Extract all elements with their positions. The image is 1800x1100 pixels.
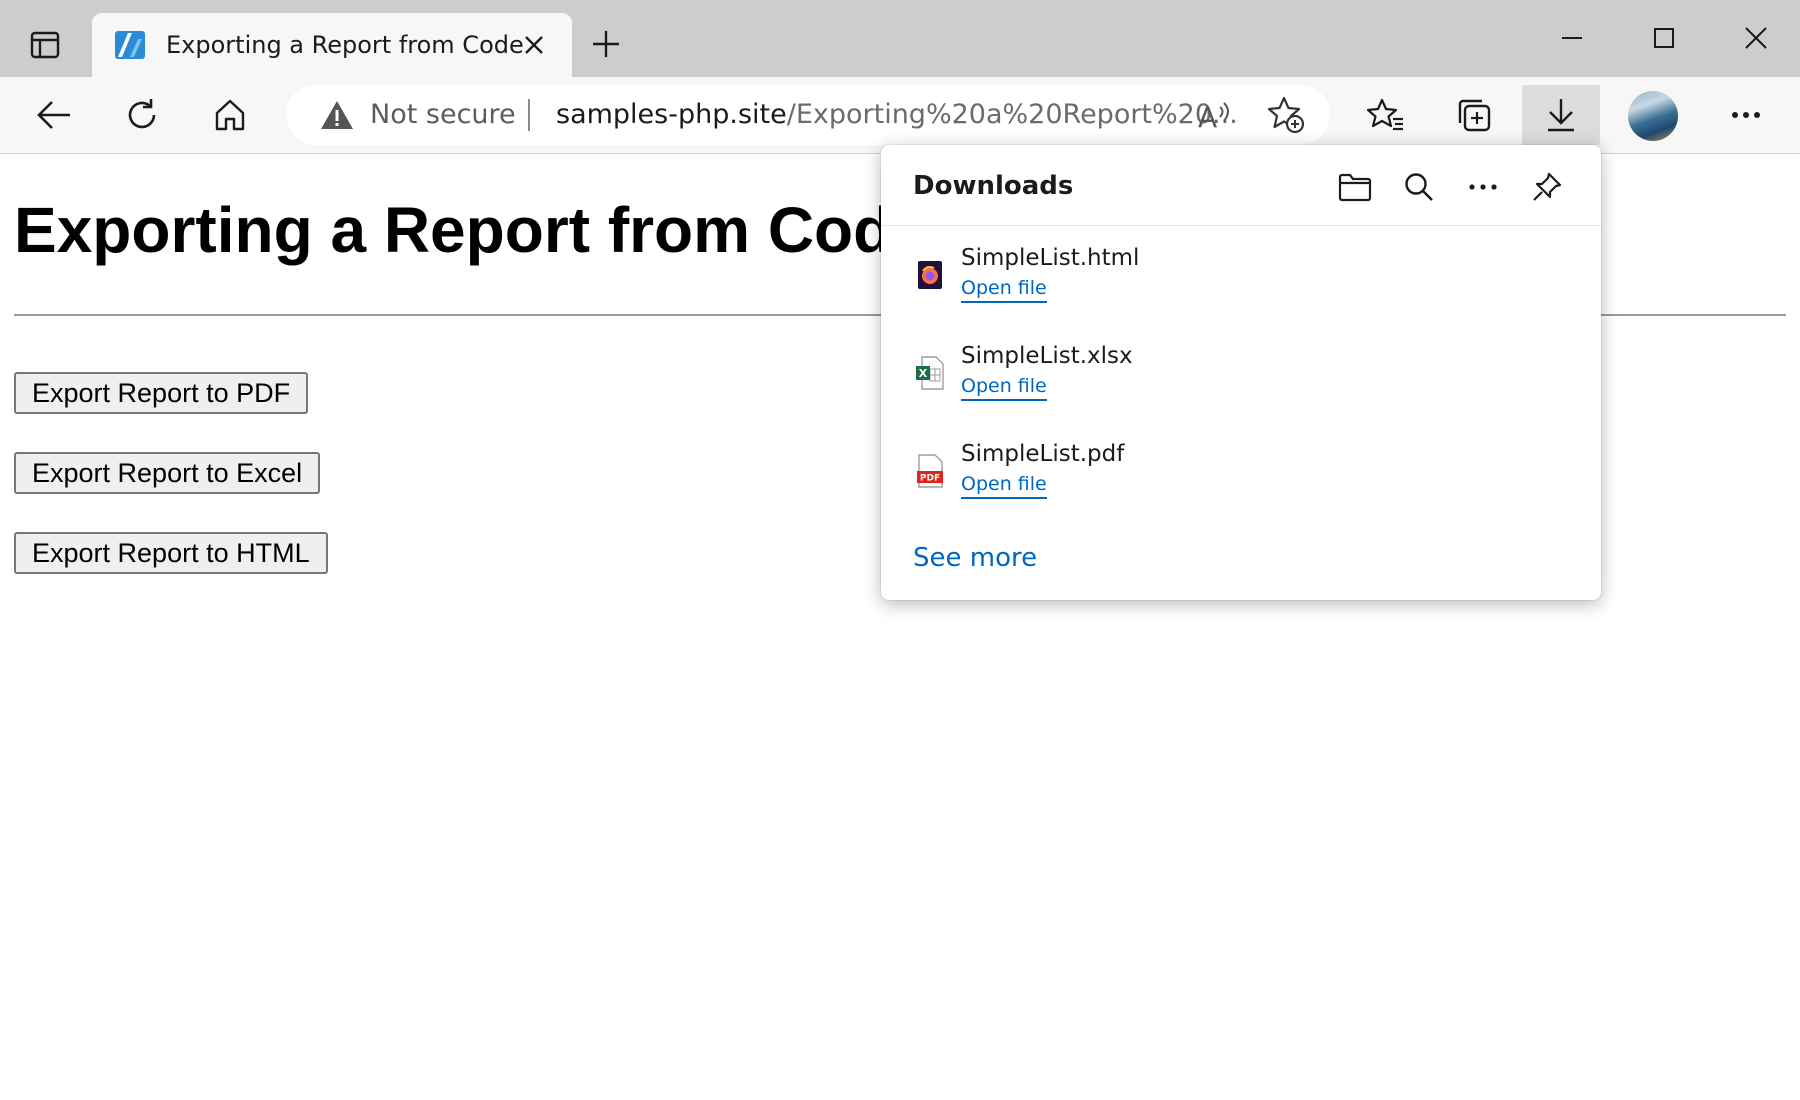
download-item[interactable]: PDF SimpleList.pdf Open file	[881, 437, 1601, 523]
url-path: /Exporting%20a%20Report%20...	[786, 99, 1238, 130]
download-item[interactable]: X SimpleList.xlsx Open file	[881, 339, 1601, 425]
more-icon	[1732, 112, 1760, 118]
export-excel-button[interactable]: Export Report to Excel	[14, 452, 321, 494]
tab-title: Exporting a Report from Code	[166, 31, 524, 59]
open-file-link[interactable]: Open file	[961, 471, 1047, 499]
search-icon	[1405, 173, 1433, 201]
download-file-name: SimpleList.html	[961, 245, 1140, 271]
download-icon	[1548, 99, 1574, 132]
svg-text:X: X	[919, 367, 928, 380]
read-aloud-icon[interactable]: A	[1196, 97, 1232, 133]
minimize-button[interactable]	[1548, 20, 1596, 56]
url-host: samples-php.site	[556, 99, 787, 130]
security-label[interactable]: Not secure	[370, 85, 516, 145]
minimize-icon	[1562, 37, 1582, 39]
home-button[interactable]	[200, 85, 260, 145]
page-heading: Exporting a Report from Code	[14, 194, 928, 266]
maximize-icon	[1654, 28, 1674, 48]
open-file-link[interactable]: Open file	[961, 275, 1047, 303]
favorites-icon	[1367, 98, 1403, 131]
refresh-button[interactable]	[112, 85, 172, 145]
active-tab[interactable]: Exporting a Report from Code	[92, 13, 572, 77]
tab-actions-button[interactable]	[16, 22, 74, 68]
profile-avatar[interactable]	[1628, 91, 1678, 141]
downloads-flyout: Downloads SimpleList.html Open file X Si…	[881, 145, 1601, 600]
refresh-icon	[128, 99, 156, 129]
export-html-button[interactable]: Export Report to HTML	[14, 532, 328, 574]
address-bar[interactable]: Not secure samples-php.site/Exporting%20…	[286, 85, 1330, 145]
downloads-title: Downloads	[913, 171, 1074, 201]
warning-icon[interactable]	[320, 99, 354, 131]
download-item[interactable]: SimpleList.html Open file	[881, 241, 1601, 327]
more-options-icon	[1469, 184, 1497, 190]
plus-icon[interactable]	[590, 28, 622, 60]
window-close-button[interactable]	[1732, 20, 1780, 56]
home-icon	[215, 99, 245, 131]
settings-more-button[interactable]	[1716, 85, 1776, 145]
favorites-button[interactable]	[1356, 85, 1416, 145]
download-file-name: SimpleList.pdf	[961, 441, 1125, 467]
add-favorite-icon[interactable]	[1266, 95, 1306, 135]
excel-file-icon: X	[916, 356, 944, 390]
see-more-link[interactable]: See more	[913, 543, 1037, 573]
export-pdf-button[interactable]: Export Report to PDF	[14, 372, 309, 414]
tab-actions-icon	[30, 31, 60, 59]
download-file-name: SimpleList.xlsx	[961, 343, 1133, 369]
favicon-icon	[115, 31, 145, 59]
svg-text:A: A	[1198, 101, 1217, 133]
downloads-button[interactable]	[1522, 85, 1600, 145]
pin-downloads-button[interactable]	[1525, 165, 1569, 209]
folder-icon	[1338, 173, 1372, 202]
downloads-more-button[interactable]	[1461, 165, 1505, 209]
close-icon[interactable]	[522, 33, 546, 57]
maximize-button[interactable]	[1640, 20, 1688, 56]
window-close-icon	[1745, 27, 1767, 49]
address-separator	[528, 99, 530, 131]
open-downloads-folder-button[interactable]	[1333, 165, 1377, 209]
back-icon	[37, 101, 70, 129]
firefox-html-file-icon	[918, 261, 942, 289]
pdf-file-icon: PDF	[917, 454, 943, 488]
back-button[interactable]	[24, 85, 84, 145]
downloads-header-divider	[881, 225, 1601, 226]
search-downloads-button[interactable]	[1397, 165, 1441, 209]
svg-text:PDF: PDF	[920, 474, 940, 484]
collections-icon	[1458, 99, 1491, 132]
pin-icon	[1533, 172, 1562, 201]
tab-strip: Exporting a Report from Code	[0, 0, 1800, 77]
browser-toolbar: Not secure samples-php.site/Exporting%20…	[0, 77, 1800, 154]
collections-button[interactable]	[1444, 85, 1504, 145]
open-file-link[interactable]: Open file	[961, 373, 1047, 401]
url-text[interactable]: samples-php.site/Exporting%20a%20Report%…	[556, 85, 1238, 145]
